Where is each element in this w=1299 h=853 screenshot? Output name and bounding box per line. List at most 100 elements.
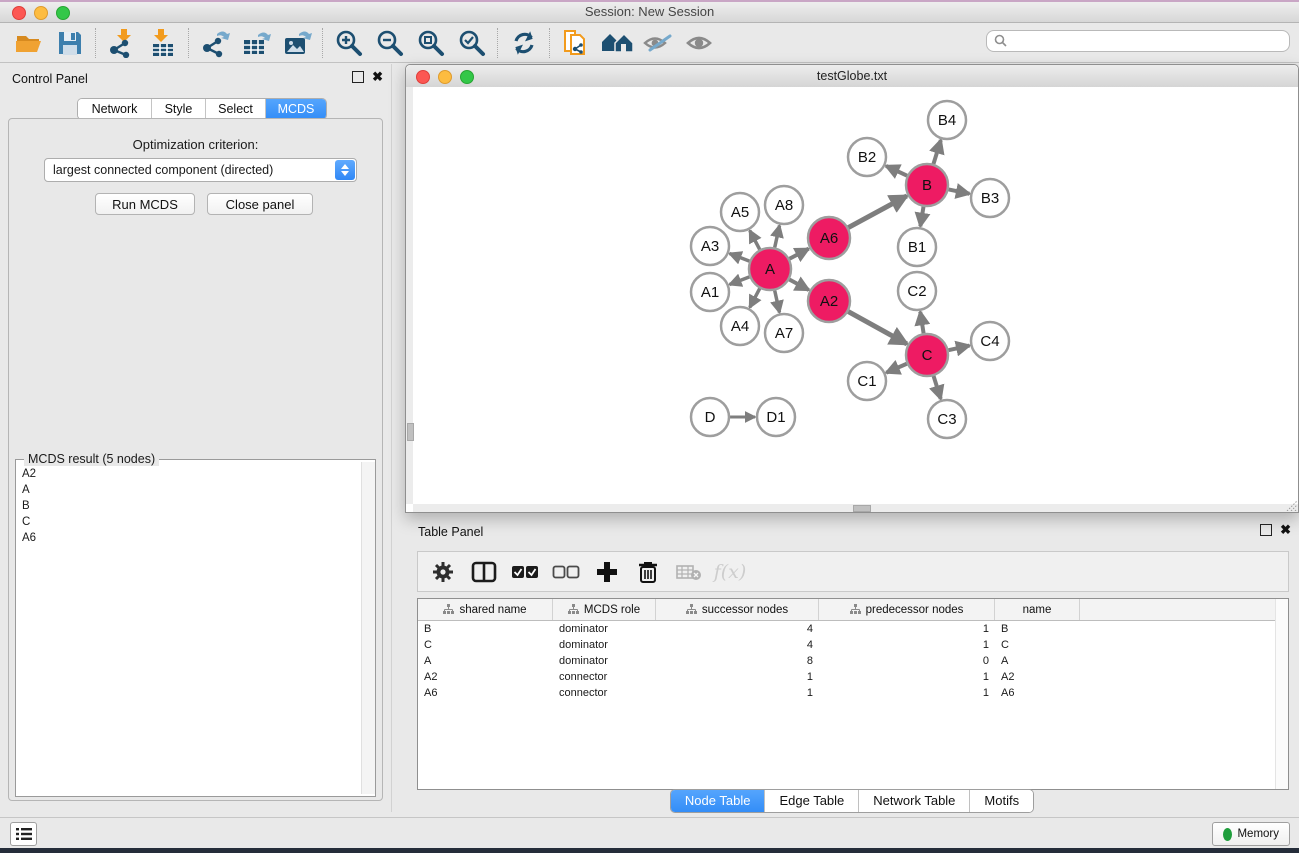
node-A1[interactable]: A1 — [691, 273, 729, 311]
edge-A6-B[interactable] — [848, 196, 906, 228]
close-table-panel-icon[interactable]: ✖ — [1280, 524, 1291, 536]
show-column-button[interactable] — [471, 559, 497, 585]
node-A6[interactable]: A6 — [808, 217, 850, 259]
table-cell[interactable]: connector — [553, 671, 656, 683]
edge-A-A4[interactable] — [750, 288, 760, 307]
table-cell[interactable]: connector — [553, 687, 656, 699]
column-header-MCDS-role[interactable]: MCDS role — [553, 599, 656, 620]
zoom-window-button[interactable] — [56, 6, 70, 20]
control-tab-style[interactable]: Style — [152, 99, 206, 119]
edge-C-C3[interactable] — [934, 376, 941, 399]
control-tab-select[interactable]: Select — [206, 99, 266, 119]
refresh-button[interactable] — [503, 26, 544, 60]
run-mcds-button[interactable]: Run MCDS — [95, 193, 195, 215]
table-cell[interactable]: A6 — [995, 687, 1080, 699]
task-history-button[interactable] — [10, 822, 37, 846]
node-A3[interactable]: A3 — [691, 227, 729, 265]
node-A5[interactable]: A5 — [721, 193, 759, 231]
edge-C-C4[interactable] — [948, 346, 969, 351]
tab-network-table[interactable]: Network Table — [859, 790, 970, 812]
node-A4[interactable]: A4 — [721, 307, 759, 345]
table-cell[interactable]: C — [995, 639, 1080, 651]
table-scrollbar[interactable] — [1275, 599, 1288, 789]
column-header-predecessor-nodes[interactable]: predecessor nodes — [819, 599, 995, 620]
table-cell[interactable]: 4 — [656, 639, 819, 651]
edge-A-A2[interactable] — [789, 279, 808, 290]
node-C[interactable]: C — [906, 334, 948, 376]
table-cell[interactable]: C — [418, 639, 553, 651]
mcds-result-item[interactable]: B — [16, 498, 361, 514]
node-D[interactable]: D — [691, 398, 729, 436]
table-cell[interactable]: B — [995, 623, 1080, 635]
table-cell[interactable]: dominator — [553, 623, 656, 635]
network-canvas[interactable]: AA1A2A3A4A5A6A7A8BB1B2B3B4CC1C2C3C4DD1 — [406, 87, 1298, 512]
table-cell[interactable]: A6 — [418, 687, 553, 699]
tab-node-table[interactable]: Node Table — [671, 790, 766, 812]
edge-A-A1[interactable] — [730, 277, 750, 285]
table-cell[interactable]: 1 — [819, 671, 995, 683]
node-C1[interactable]: C1 — [848, 362, 886, 400]
table-cell[interactable]: A — [418, 655, 553, 667]
edge-A2-C[interactable] — [848, 312, 907, 344]
network-vertical-scrollbar[interactable] — [406, 87, 413, 504]
edge-B-B4[interactable] — [933, 140, 940, 164]
node-D1[interactable]: D1 — [757, 398, 795, 436]
float-panel-icon[interactable] — [352, 71, 364, 83]
table-cell[interactable]: 0 — [819, 655, 995, 667]
criterion-dropdown[interactable]: largest connected component (directed) — [44, 158, 357, 182]
table-cell[interactable]: dominator — [553, 639, 656, 651]
node-C3[interactable]: C3 — [928, 400, 966, 438]
edge-C-C1[interactable] — [886, 364, 907, 373]
node-B1[interactable]: B1 — [898, 228, 936, 266]
table-cell[interactable]: A2 — [418, 671, 553, 683]
close-window-button[interactable] — [12, 6, 26, 20]
control-tab-mcds[interactable]: MCDS — [266, 99, 326, 119]
edge-A-A5[interactable] — [750, 231, 760, 250]
tab-motifs[interactable]: Motifs — [970, 790, 1033, 812]
node-A7[interactable]: A7 — [765, 314, 803, 352]
select-all-columns-button[interactable] — [512, 559, 538, 585]
first-neighbors-button[interactable] — [596, 26, 637, 60]
node-A2[interactable]: A2 — [808, 280, 850, 322]
save-session-button[interactable] — [49, 26, 90, 60]
table-cell[interactable]: A — [995, 655, 1080, 667]
resize-grip-icon[interactable] — [1284, 498, 1297, 511]
close-panel-icon[interactable]: ✖ — [372, 71, 383, 83]
network-horizontal-scrollbar[interactable] — [413, 504, 1298, 512]
mcds-result-item[interactable]: A2 — [16, 466, 361, 482]
table-cell[interactable]: 1 — [819, 623, 995, 635]
float-table-panel-icon[interactable] — [1260, 524, 1272, 536]
table-settings-button[interactable] — [430, 559, 456, 585]
table-row[interactable]: A6connector11A6 — [418, 685, 1288, 701]
close-panel-button[interactable]: Close panel — [207, 193, 313, 215]
table-cell[interactable]: 1 — [656, 687, 819, 699]
node-B[interactable]: B — [906, 164, 948, 206]
add-column-button[interactable] — [594, 559, 620, 585]
edge-B-B2[interactable] — [886, 166, 907, 176]
network-minimize-button[interactable] — [438, 70, 452, 84]
export-table-button[interactable] — [235, 26, 276, 60]
table-row[interactable]: Cdominator41C — [418, 637, 1288, 653]
table-cell[interactable]: B — [418, 623, 553, 635]
table-row[interactable]: Adominator80A — [418, 653, 1288, 669]
unselect-all-columns-button[interactable] — [553, 559, 579, 585]
zoom-fit-button[interactable] — [410, 26, 451, 60]
column-header-successor-nodes[interactable]: successor nodes — [656, 599, 819, 620]
mcds-result-item[interactable]: C — [16, 514, 361, 530]
table-cell[interactable]: A2 — [995, 671, 1080, 683]
export-network-button[interactable] — [194, 26, 235, 60]
result-scrollbar[interactable] — [361, 462, 375, 794]
node-A[interactable]: A — [749, 248, 791, 290]
node-C4[interactable]: C4 — [971, 322, 1009, 360]
hide-selected-button[interactable] — [637, 26, 678, 60]
edge-B-B1[interactable] — [920, 207, 923, 227]
edge-A-A6[interactable] — [789, 249, 808, 259]
table-row[interactable]: A2connector11A2 — [418, 669, 1288, 685]
node-A8[interactable]: A8 — [765, 186, 803, 224]
import-network-button[interactable] — [101, 26, 142, 60]
table-cell[interactable]: 1 — [819, 639, 995, 651]
node-table[interactable]: shared nameMCDS rolesuccessor nodesprede… — [417, 598, 1289, 790]
table-cell[interactable]: 8 — [656, 655, 819, 667]
tab-edge-table[interactable]: Edge Table — [765, 790, 859, 812]
edge-C-C2[interactable] — [920, 312, 923, 334]
